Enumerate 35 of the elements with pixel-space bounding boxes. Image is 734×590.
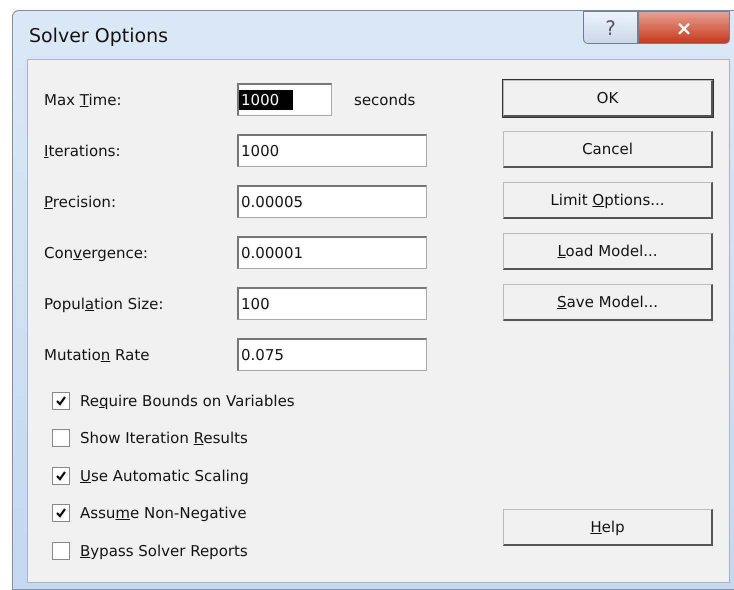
- field-label: Population Size:: [44, 294, 164, 312]
- check-icon: [55, 507, 67, 520]
- help-button[interactable]: Help: [503, 509, 713, 546]
- checkbox[interactable]: [52, 504, 70, 522]
- input-field[interactable]: 1000: [237, 83, 332, 116]
- dialog-button[interactable]: Load Model...: [503, 233, 713, 270]
- checkbox[interactable]: [52, 466, 70, 485]
- check-icon: [55, 470, 67, 482]
- checkbox-label[interactable]: Use Automatic Scaling: [80, 466, 249, 485]
- dialog-button[interactable]: Limit Options...: [503, 182, 713, 219]
- checkbox-label[interactable]: Bypass Solver Reports: [80, 542, 248, 560]
- checkbox-label[interactable]: Assume Non-Negative: [80, 504, 247, 522]
- input-field[interactable]: 100: [237, 287, 427, 320]
- dialog-button[interactable]: Cancel: [503, 131, 713, 168]
- checkbox-label[interactable]: Require Bounds on Variables: [80, 392, 295, 410]
- checkbox[interactable]: [52, 392, 70, 410]
- dialog-button[interactable]: OK: [503, 80, 713, 117]
- close-button[interactable]: ×: [638, 11, 730, 44]
- field-label: Mutation Rate: [44, 346, 150, 364]
- checkbox[interactable]: [52, 429, 70, 448]
- input-field[interactable]: 0.075: [237, 338, 427, 371]
- input-field[interactable]: 0.00001: [237, 236, 427, 269]
- field-label: Max Time:: [44, 90, 123, 108]
- dialog-button[interactable]: Save Model...: [503, 284, 713, 321]
- help-button[interactable]: ?: [583, 11, 638, 44]
- field-label: Iterations:: [44, 142, 122, 160]
- input-field[interactable]: 1000: [237, 134, 427, 167]
- field-label: Convergence:: [44, 244, 149, 262]
- checkbox[interactable]: [52, 542, 70, 560]
- field-label: Precision:: [44, 192, 117, 210]
- input-field[interactable]: 0.00005: [237, 185, 427, 218]
- check-icon: [55, 394, 67, 407]
- checkbox-label[interactable]: Show Iteration Results: [80, 429, 248, 448]
- window-title: Solver Options: [29, 25, 168, 47]
- unit-label: seconds: [354, 90, 416, 108]
